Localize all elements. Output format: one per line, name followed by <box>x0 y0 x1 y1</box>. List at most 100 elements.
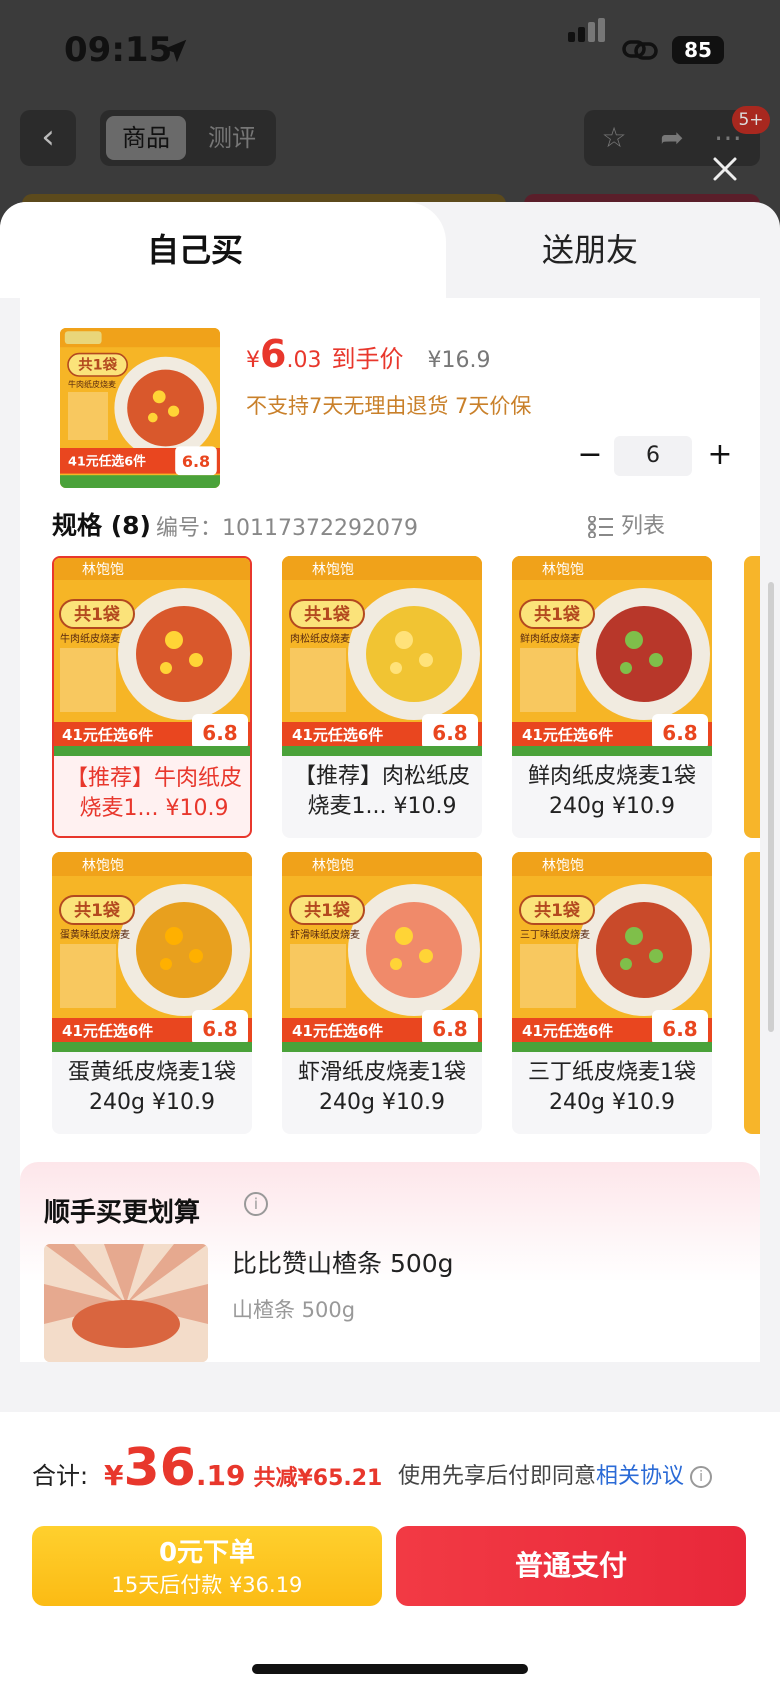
spec-code: 编号：10117372292079 <box>156 516 418 541</box>
price-label: 到手价 <box>331 345 404 373</box>
message-badge: 5+ <box>732 106 770 134</box>
status-bar: 09:15 85 <box>0 0 780 100</box>
svg-text:三丁味纸皮烧麦: 三丁味纸皮烧麦 <box>520 928 590 941</box>
upsell-product-name[interactable]: 比比赞山楂条 500g <box>232 1244 454 1280</box>
svg-text:6.8: 6.8 <box>202 1017 237 1041</box>
info-icon[interactable]: i <box>244 1192 268 1216</box>
battery-icon: 85 <box>672 36 724 64</box>
location-arrow-icon <box>163 39 187 63</box>
svg-text:林饱饱: 林饱饱 <box>82 562 124 578</box>
total-decimal: .19 <box>195 1459 246 1492</box>
price-integer: 6 <box>260 332 287 376</box>
pay-now-button[interactable]: 普通支付 <box>396 1526 746 1606</box>
svg-text:6.8: 6.8 <box>432 721 467 745</box>
img-sub: 牛肉纸皮烧麦 <box>68 379 116 389</box>
svg-text:41元任选6件: 41元任选6件 <box>62 1022 153 1040</box>
upsell-title: 顺手买更划算 <box>44 1198 201 1228</box>
status-time: 09:15 <box>64 30 173 70</box>
svg-text:林饱饱: 林饱饱 <box>542 562 584 578</box>
svg-text:41元任选6件: 41元任选6件 <box>292 726 383 744</box>
svg-text:林饱饱: 林饱饱 <box>82 858 124 874</box>
link-icon <box>622 40 658 60</box>
svg-text:41元任选6件: 41元任选6件 <box>292 1022 383 1040</box>
spec-option-image: 林饱饱共1袋虾滑味纸皮烧麦 41元任选6件 6.8 <box>282 852 482 1052</box>
list-icon <box>588 515 613 539</box>
pay-later-sublabel: 15天后付款 ¥36.19 <box>111 1573 303 1597</box>
total-currency: ¥ <box>104 1459 124 1492</box>
spec-option-image: 林饱饱共1袋肉松纸皮烧麦 41元任选6件 6.8 <box>282 556 482 756</box>
svg-text:41元任选6件: 41元任选6件 <box>522 1022 613 1040</box>
checkout-bar: 合计: ¥36.19 共减¥65.21 使用先享后付即同意相关协议 i 0元下单 1… <box>0 1412 780 1688</box>
tab-review[interactable]: 测评 <box>192 116 272 160</box>
svg-text:6.8: 6.8 <box>432 1017 467 1041</box>
star-icon[interactable]: ☆ <box>596 120 632 156</box>
pay-later-button[interactable]: 0元下单 15天后付款 ¥36.19 <box>32 1526 382 1606</box>
svg-text:共1袋: 共1袋 <box>534 604 581 625</box>
agreement-prefix: 使用先享后付即同意 <box>398 1464 597 1489</box>
close-icon[interactable] <box>708 152 742 186</box>
quantity-input[interactable]: 6 <box>614 436 692 476</box>
upsell-product-spec: 山楂条 500g <box>232 1298 356 1322</box>
tab-send-friend[interactable]: 送朋友 <box>400 202 780 298</box>
svg-text:鲜肉纸皮烧麦: 鲜肉纸皮烧麦 <box>520 632 580 645</box>
agreement-text: 使用先享后付即同意相关协议 i <box>398 1458 713 1490</box>
img-price: 6.8 <box>182 452 210 471</box>
tab-buy-self[interactable]: 自己买 <box>0 202 390 298</box>
price-decimal: .03 <box>286 348 322 373</box>
back-button[interactable]: ‹ <box>20 110 76 166</box>
total-integer: 36 <box>123 1438 196 1498</box>
spec-option-image: 林饱饱 共1袋 三丁味纸皮烧麦 41元任选6件 6.8 <box>512 852 712 1052</box>
share-icon[interactable]: ➦ <box>654 120 690 156</box>
svg-text:共1袋: 共1袋 <box>534 900 581 921</box>
spec-option[interactable]: 林饱饱 共1袋 三丁味纸皮烧麦 41元任选6件 6.8 三丁纸皮烧麦1袋 240g ¥10… <box>512 852 712 1134</box>
spec-option-image: 林饱饱 共1袋 牛肉纸皮烧麦 41元任选6件 6.8 <box>54 558 250 756</box>
svg-text:6.8: 6.8 <box>662 1017 697 1041</box>
spec-option[interactable]: 林饱饱共1袋蛋黄味纸皮烧麦 41元任选6件 6.8 蛋黄纸皮烧麦1袋 240g ¥10… <box>52 852 252 1134</box>
svg-text:共1袋: 共1袋 <box>304 604 351 625</box>
svg-text:6.8: 6.8 <box>202 721 237 745</box>
upsell-section: 顺手买更划算 i 比比赞山楂条 500g 山楂条 500g <box>20 1162 760 1362</box>
spec-option[interactable]: 林饱饱 共1袋 牛肉纸皮烧麦 41元任选6件 6.8 【推荐】牛肉纸皮烧麦1... ¥10… <box>52 556 252 838</box>
total-price: ¥36.19 共减¥65.21 <box>104 1438 382 1498</box>
spec-option[interactable]: 林饱饱共1袋鲜肉纸皮烧麦 41元任选6件 6.8 鲜肉纸皮烧麦1袋 240g ¥10.… <box>512 556 712 838</box>
quantity-stepper: − 6 + <box>570 436 740 476</box>
spec-tile-partial[interactable] <box>744 852 760 1134</box>
svg-text:共1袋: 共1袋 <box>74 900 121 921</box>
img-promo: 41元任选6件 <box>68 454 146 470</box>
spec-option-label: 鲜肉纸皮烧麦1袋 240g ¥10.9 <box>528 764 696 819</box>
svg-text:共1袋: 共1袋 <box>74 604 121 625</box>
pay-later-label: 0元下单 <box>158 1538 256 1568</box>
product-thumbnail[interactable]: 共1袋 牛肉纸皮烧麦 41元任选6件 6.8 <box>60 328 220 488</box>
spec-option-label: 虾滑纸皮烧麦1袋 240g ¥10.9 <box>298 1060 466 1115</box>
spec-option-label: 蛋黄纸皮烧麦1袋 240g ¥10.9 <box>68 1060 236 1115</box>
spec-option[interactable]: 林饱饱共1袋虾滑味纸皮烧麦 41元任选6件 6.8 虾滑纸皮烧麦1袋 240g ¥10… <box>282 852 482 1134</box>
price-currency: ¥ <box>246 348 260 373</box>
svg-text:肉松纸皮烧麦: 肉松纸皮烧麦 <box>290 632 350 645</box>
list-view-toggle[interactable]: 列表 <box>588 508 665 540</box>
scrollbar[interactable] <box>768 582 774 1032</box>
svg-text:虾滑味纸皮烧麦: 虾滑味纸皮烧麦 <box>290 928 360 941</box>
img-title: 共1袋 <box>78 356 117 374</box>
svg-text:共1袋: 共1袋 <box>304 900 351 921</box>
svg-text:蛋黄味纸皮烧麦: 蛋黄味纸皮烧麦 <box>60 928 130 941</box>
spec-option-label: 【推荐】肉松纸皮烧麦1... ¥10.9 <box>293 764 470 819</box>
svg-text:41元任选6件: 41元任选6件 <box>62 726 153 744</box>
spec-option-label: 【推荐】牛肉纸皮烧麦1... ¥10.9 <box>65 766 242 821</box>
agreement-link[interactable]: 相关协议 <box>596 1464 684 1489</box>
home-indicator <box>252 1664 528 1674</box>
original-price: ¥16.9 <box>427 348 491 373</box>
svg-text:林饱饱: 林饱饱 <box>312 562 354 578</box>
svg-text:41元任选6件: 41元任选6件 <box>522 726 613 744</box>
decrease-button[interactable]: − <box>570 436 610 476</box>
spec-tile-partial[interactable] <box>744 556 760 838</box>
spec-option-image: 林饱饱共1袋蛋黄味纸皮烧麦 41元任选6件 6.8 <box>52 852 252 1052</box>
info-icon[interactable]: i <box>690 1466 713 1488</box>
svg-text:林饱饱: 林饱饱 <box>312 858 354 874</box>
increase-button[interactable]: + <box>700 436 740 476</box>
spec-title: 规格 (8) <box>52 511 151 540</box>
spec-option-label: 三丁纸皮烧麦1袋 240g ¥10.9 <box>528 1060 696 1115</box>
spec-option[interactable]: 林饱饱共1袋肉松纸皮烧麦 41元任选6件 6.8 【推荐】肉松纸皮烧麦1... ¥10… <box>282 556 482 838</box>
upsell-image[interactable] <box>44 1244 208 1362</box>
tab-goods[interactable]: 商品 <box>106 116 186 160</box>
svg-text:6.8: 6.8 <box>662 721 697 745</box>
